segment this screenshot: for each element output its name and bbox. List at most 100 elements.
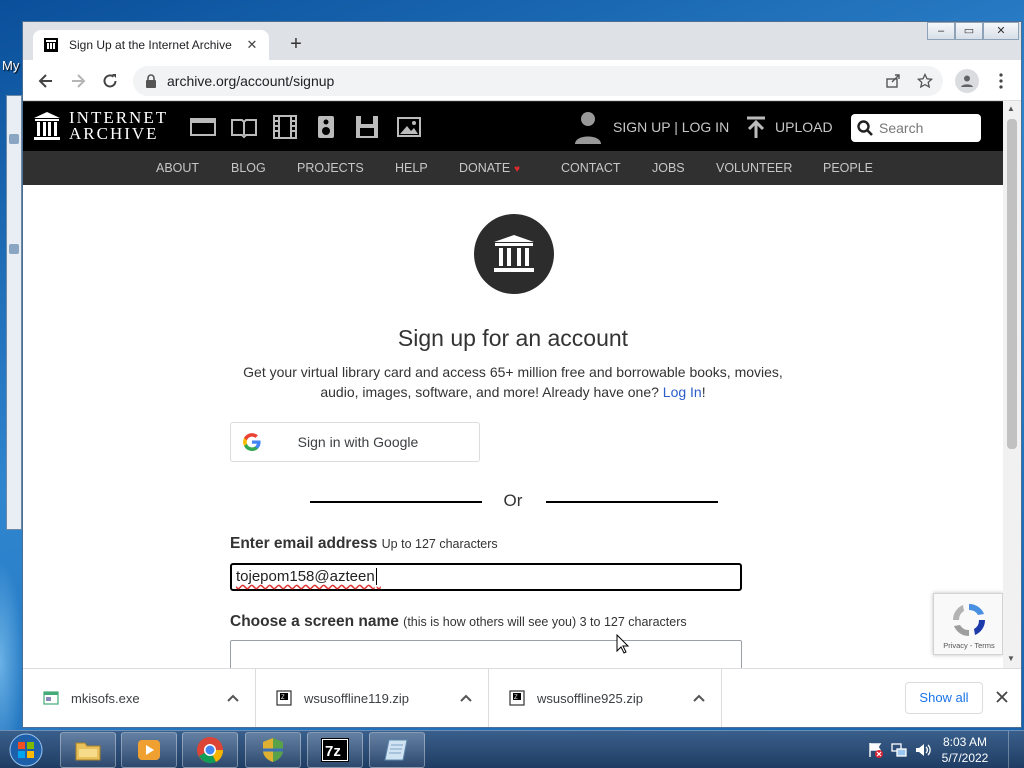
chrome-icon xyxy=(197,737,224,764)
download-bar: mkisofs.exe Z wsusoffline119.zip Z wsuso… xyxy=(23,668,1021,727)
taskbar-security[interactable] xyxy=(245,732,301,768)
recaptcha-badge[interactable]: Privacy - Terms xyxy=(933,593,1003,655)
nav-blog[interactable]: BLOG xyxy=(231,161,266,175)
share-icon[interactable] xyxy=(879,67,907,95)
logo-line-2: ARCHIVE xyxy=(69,124,159,143)
audio-icon[interactable] xyxy=(312,115,340,139)
upload-link[interactable]: UPLOAD xyxy=(745,116,833,138)
mouse-cursor-icon xyxy=(616,634,630,654)
page-title: Sign up for an account xyxy=(397,325,629,351)
system-clock[interactable]: 8:03 AM 5/7/2022 xyxy=(930,734,1000,766)
new-tab-button[interactable]: + xyxy=(285,34,307,56)
lock-icon[interactable] xyxy=(145,74,157,88)
download-filename[interactable]: wsusoffline119.zip xyxy=(304,691,454,706)
screen-name-hint: (this is how others will see you) 3 to 1… xyxy=(403,615,687,629)
download-filename[interactable]: wsusoffline925.zip xyxy=(537,691,687,706)
download-item[interactable]: Z wsusoffline925.zip xyxy=(489,669,722,727)
minimize-button[interactable]: – xyxy=(927,22,955,40)
user-silhouette-icon[interactable] xyxy=(575,110,601,144)
close-window-button[interactable]: ✕ xyxy=(983,22,1019,40)
vertical-scrollbar[interactable]: ▲ ▼ xyxy=(1003,101,1021,668)
taskbar-media-player[interactable] xyxy=(121,732,177,768)
kebab-menu-icon[interactable] xyxy=(989,69,1013,93)
nav-donate[interactable]: DONATE xyxy=(459,161,510,175)
desktop-icon-label[interactable]: My xyxy=(2,58,19,73)
security-shield-icon xyxy=(263,738,283,762)
nav-help[interactable]: HELP xyxy=(395,161,428,175)
archive-building-icon xyxy=(494,235,534,272)
nav-jobs[interactable]: JOBS xyxy=(652,161,685,175)
bookmark-star-icon[interactable] xyxy=(911,67,939,95)
texts-icon[interactable] xyxy=(230,115,258,139)
maximize-button[interactable]: ▭ xyxy=(955,22,983,40)
intro-end: ! xyxy=(701,384,706,400)
nav-contact[interactable]: CONTACT xyxy=(561,161,621,175)
email-label-text: Enter email address xyxy=(230,535,378,552)
start-button[interactable] xyxy=(6,731,46,768)
back-arrow-icon[interactable] xyxy=(35,70,57,92)
google-signin-label[interactable]: Sign in with Google xyxy=(261,434,455,450)
text-caret xyxy=(375,568,381,585)
email-field[interactable]: tojepom158@azteen xyxy=(230,563,742,591)
search-icon[interactable] xyxy=(857,120,873,136)
active-tab[interactable]: Sign Up at the Internet Archive ✕ xyxy=(33,30,269,60)
archive-logo-circle xyxy=(474,214,554,294)
taskbar-notepad[interactable] xyxy=(369,732,425,768)
video-icon[interactable] xyxy=(271,115,299,139)
archive-building-icon xyxy=(34,112,60,140)
background-window-icon xyxy=(9,134,19,144)
web-icon[interactable] xyxy=(189,115,217,139)
background-window[interactable] xyxy=(6,95,22,530)
nav-donate-item[interactable]: DONATE ♥ xyxy=(459,161,520,175)
chevron-up-icon[interactable] xyxy=(687,686,711,710)
clock-time[interactable]: 8:03 AM xyxy=(930,734,1000,750)
clock-date[interactable]: 5/7/2022 xyxy=(930,750,1000,766)
show-desktop-button[interactable] xyxy=(1008,731,1024,768)
login-link[interactable]: Log In xyxy=(663,384,702,400)
signup-login-link[interactable]: SIGN UP | LOG IN xyxy=(613,119,729,135)
download-item[interactable]: Z wsusoffline119.zip xyxy=(256,669,489,727)
forward-arrow-icon[interactable] xyxy=(67,70,89,92)
recaptcha-links[interactable]: Privacy - Terms xyxy=(934,641,1004,650)
nav-volunteer[interactable]: VOLUNTEER xyxy=(716,161,792,175)
address-bar[interactable]: archive.org/account/signup xyxy=(133,66,943,96)
taskbar-7zip[interactable]: 7z xyxy=(307,732,363,768)
background-window-icon xyxy=(9,244,19,254)
screen-name-label-text: Choose a screen name xyxy=(230,613,399,630)
reload-icon[interactable] xyxy=(99,70,121,92)
images-icon[interactable] xyxy=(395,115,423,139)
upload-label[interactable]: UPLOAD xyxy=(775,119,833,135)
signup-login-area[interactable]: SIGN UP | LOG IN xyxy=(575,110,729,144)
nav-projects[interactable]: PROJECTS xyxy=(297,161,364,175)
scroll-up-arrow-icon[interactable]: ▲ xyxy=(1007,104,1015,113)
email-value[interactable]: tojepom158@azteen xyxy=(236,568,375,585)
software-icon[interactable] xyxy=(353,115,381,139)
tab-close-icon[interactable]: ✕ xyxy=(243,36,261,54)
download-filename[interactable]: mkisofs.exe xyxy=(71,691,221,706)
chevron-up-icon[interactable] xyxy=(454,686,478,710)
site-search-input[interactable]: Search xyxy=(851,114,981,142)
search-placeholder[interactable]: Search xyxy=(879,120,923,136)
show-all-downloads-button[interactable]: Show all xyxy=(905,682,983,714)
taskbar-chrome[interactable] xyxy=(182,732,238,768)
scroll-down-arrow-icon[interactable]: ▼ xyxy=(1007,654,1015,663)
or-divider-left xyxy=(310,501,482,503)
nav-about[interactable]: ABOUT xyxy=(156,161,199,175)
google-signin-button[interactable]: Sign in with Google xyxy=(230,422,480,462)
scrollbar-thumb[interactable] xyxy=(1007,119,1017,449)
screen-name-field[interactable] xyxy=(230,640,742,668)
internet-archive-logo[interactable]: INTERNET ARCHIVE xyxy=(33,109,168,143)
profile-avatar-icon[interactable] xyxy=(955,69,979,93)
chevron-up-icon[interactable] xyxy=(221,686,245,710)
svg-text:Z: Z xyxy=(281,695,285,701)
7z-archive-icon: Z xyxy=(276,690,292,706)
url-text[interactable]: archive.org/account/signup xyxy=(167,73,879,89)
action-center-flag-icon[interactable] xyxy=(866,741,884,759)
exe-file-icon xyxy=(43,691,59,705)
upload-arrow-icon[interactable] xyxy=(745,116,767,138)
nav-people[interactable]: PEOPLE xyxy=(823,161,873,175)
taskbar-explorer[interactable] xyxy=(60,732,116,768)
network-icon[interactable] xyxy=(890,741,908,759)
close-download-bar-icon[interactable] xyxy=(991,686,1013,708)
download-item[interactable]: mkisofs.exe xyxy=(23,669,256,727)
